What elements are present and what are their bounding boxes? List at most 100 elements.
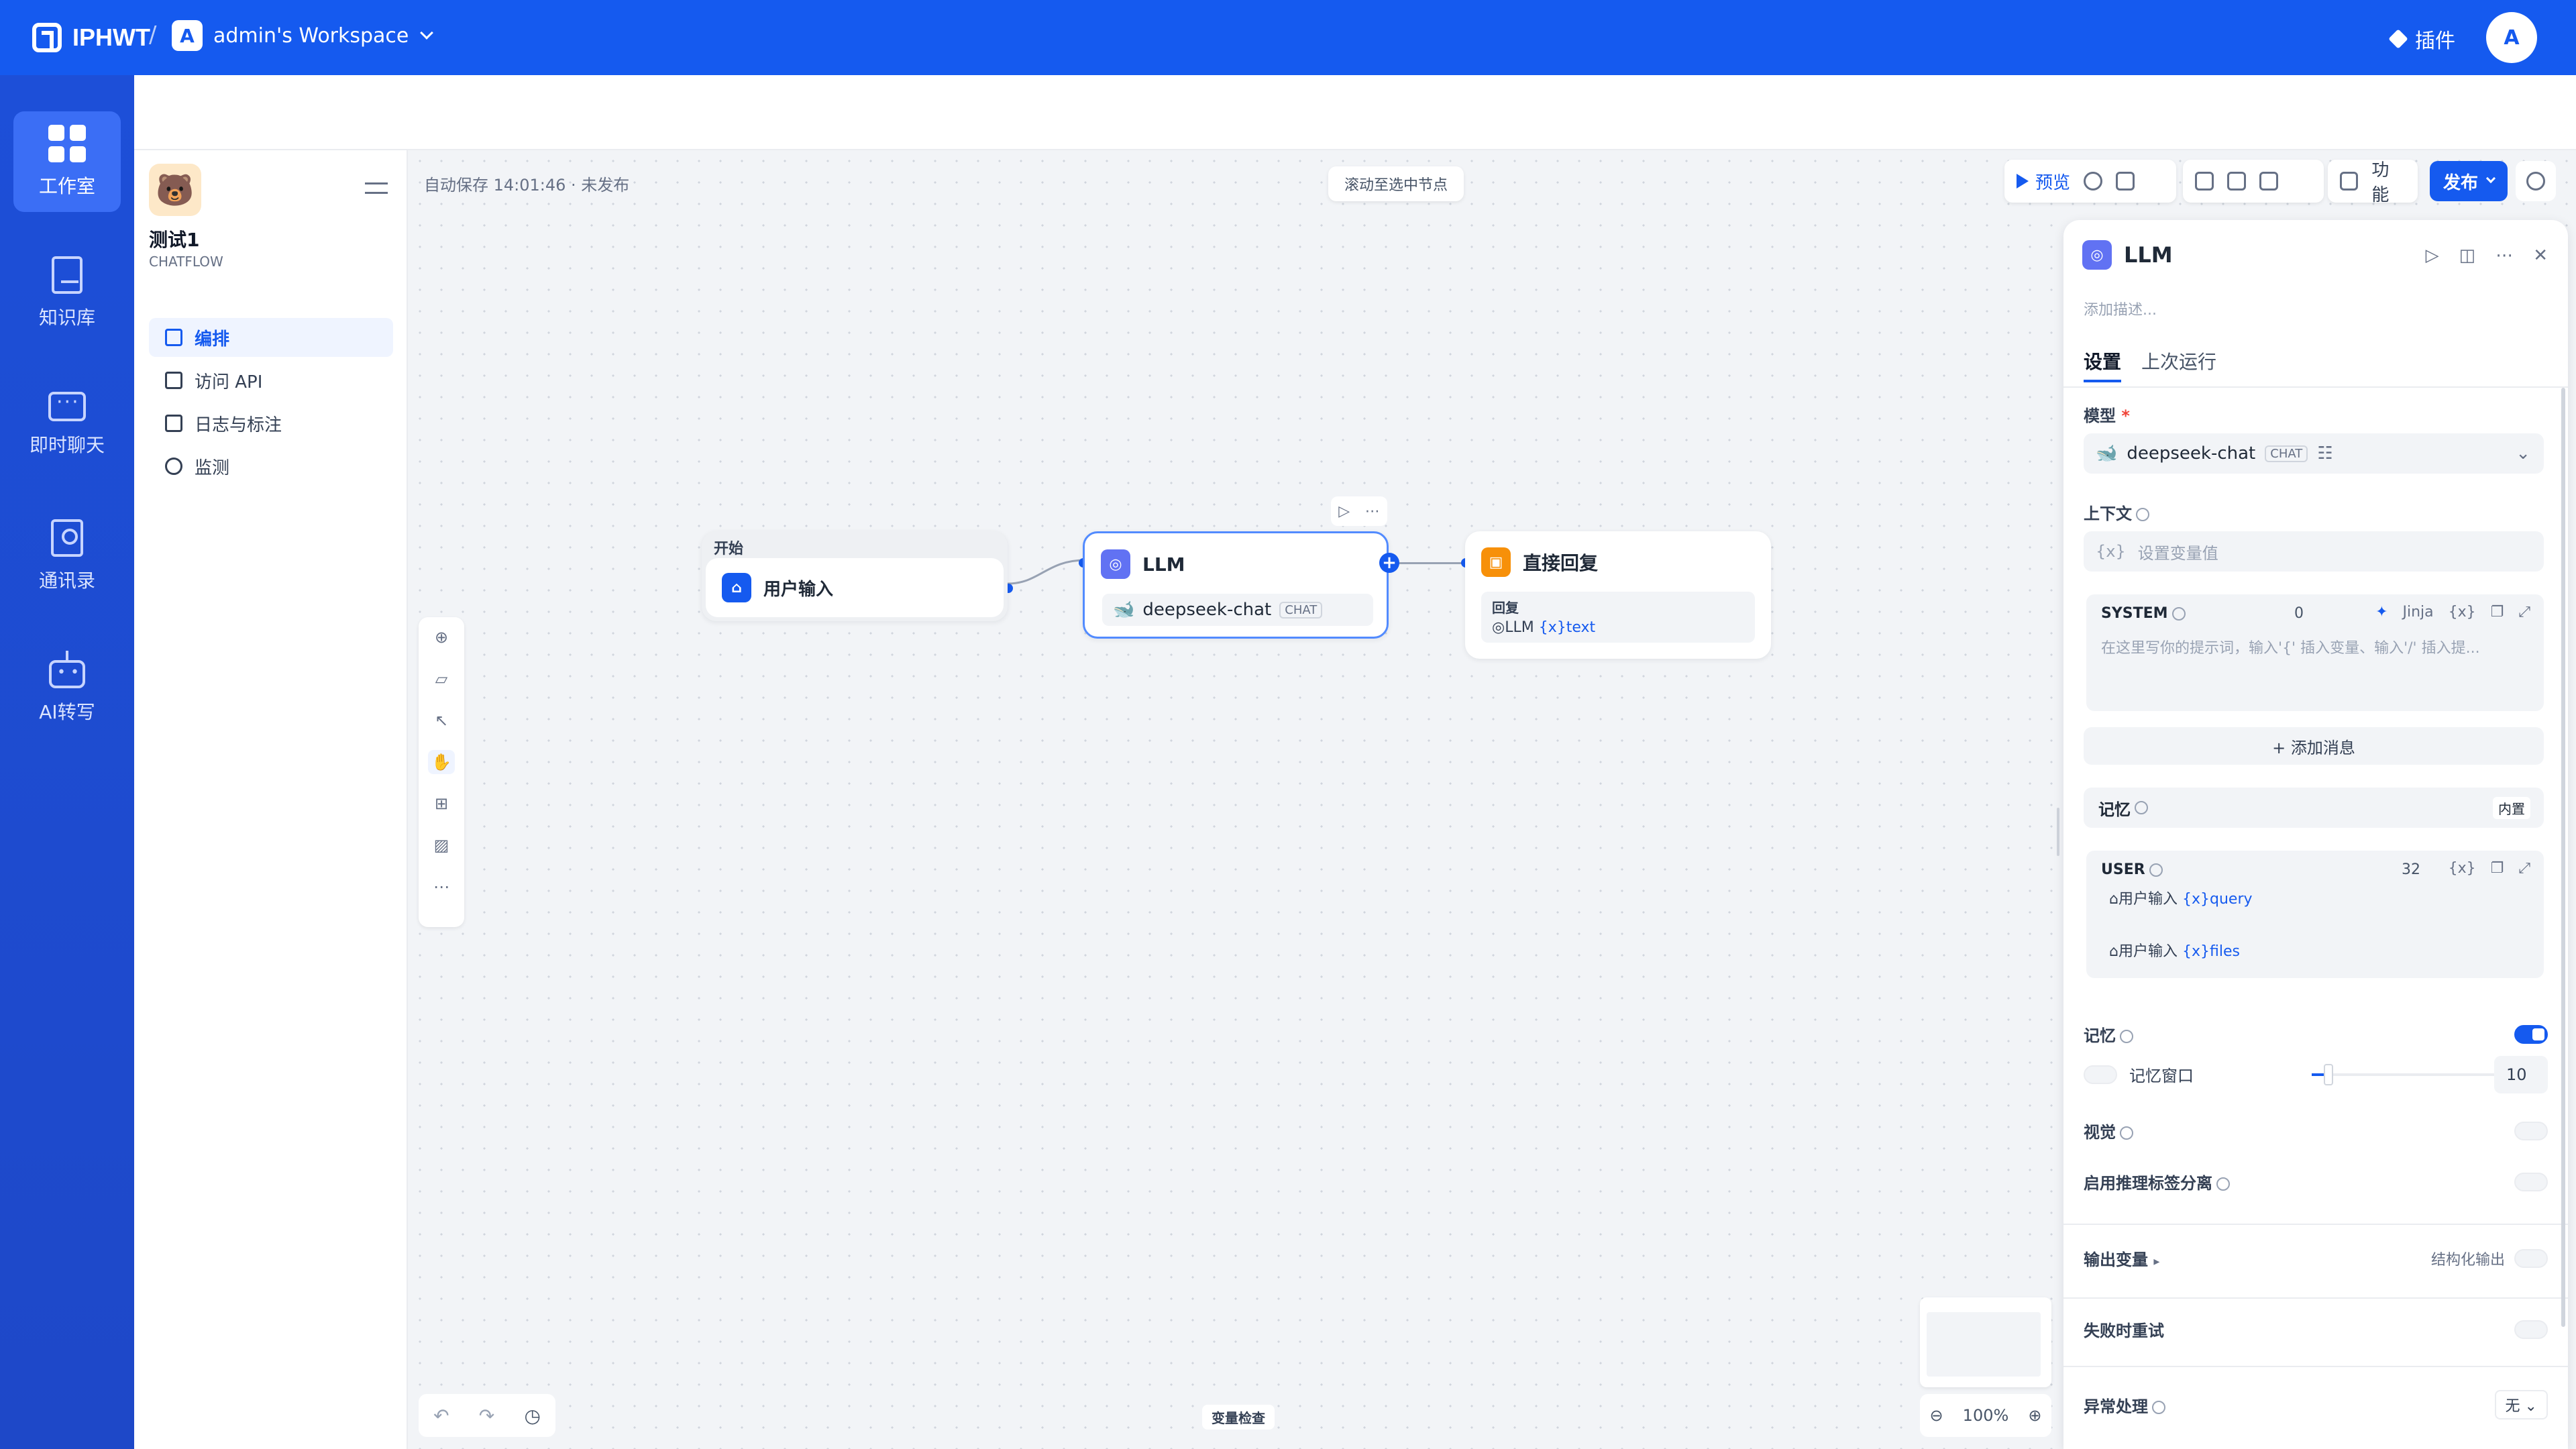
description-input[interactable]: 添加描述... [2084,298,2157,319]
more-icon[interactable]: ⋯ [1365,503,1380,520]
llm-icon: ◎ [2082,240,2112,270]
help-icon[interactable] [2136,508,2149,521]
user-prompt-line[interactable]: ⌂用户输入 {x}query [2109,887,2253,908]
debug-icon[interactable] [2084,172,2103,191]
help-icon[interactable] [2120,1126,2133,1140]
reasoning-toggle[interactable] [2514,1172,2548,1191]
llm-node-header: ◎ LLM [1101,549,1185,579]
expand-icon[interactable]: ⤢ [2518,604,2530,621]
reply-node[interactable]: ▣ 直接回复 回复 ◎LLM {x}text [1465,531,1771,659]
nav-item-knowledge[interactable]: 知识库 [13,243,121,343]
help-icon[interactable] [2149,863,2163,877]
app-settings-icon[interactable] [365,177,388,200]
export-icon[interactable] [2195,172,2214,191]
organize-icon[interactable]: ⊞ [428,792,455,816]
retry-toggle[interactable] [2514,1320,2548,1339]
reply-node-title: 直接回复 [1523,552,1599,574]
publish-button[interactable]: 发布 [2430,161,2508,201]
memory-window-toggle[interactable] [2084,1065,2117,1084]
help-icon[interactable] [2171,607,2186,621]
pointer-icon[interactable]: ↖ [428,708,455,733]
model-selector[interactable]: 🐋 deepseek-chat CHAT ☷ ⌄ [2084,433,2544,474]
scroll-to-node-button[interactable]: 滚动至选中节点 [1328,166,1464,201]
zoom-out-icon[interactable]: ⊖ [1930,1406,1943,1425]
output-vars-label[interactable]: 输出变量 ▸ [2084,1246,2159,1270]
sparkle-icon[interactable]: ✦ [2375,604,2387,621]
nav-item-studio[interactable]: 工作室 [13,111,121,212]
model-params-icon[interactable]: ☷ [2317,443,2332,464]
menu-item-orchestrate[interactable]: 编排 [149,318,393,357]
start-node[interactable]: 开始 ⌂ 用户输入 [702,531,1008,621]
zoom-level[interactable]: 100% [1963,1406,2009,1425]
menu-item-monitor[interactable]: 监测 [149,447,393,486]
split-view-icon[interactable]: ◫ [2459,246,2476,266]
header-strip [134,75,2576,150]
checklist-icon[interactable] [2116,172,2135,191]
menu-item-logs[interactable]: 日志与标注 [149,404,393,443]
nav-item-contacts[interactable]: 通讯录 [13,506,121,606]
more-icon[interactable]: ⋯ [2496,246,2513,266]
add-message-button[interactable]: + 添加消息 [2084,727,2544,765]
tab-settings[interactable]: 设置 [2084,347,2122,382]
file-list-icon [165,415,182,432]
app-type: CHATFLOW [149,254,223,270]
jinja-toggle[interactable]: Jinja [2403,604,2434,621]
user-avatar[interactable]: A [2486,12,2537,63]
add-node-button[interactable]: + [1379,553,1399,573]
llm-node[interactable]: ◎ LLM 🐋 deepseek-chat CHAT [1083,531,1389,639]
menu-item-api[interactable]: 访问 API [149,361,393,400]
memory-window-input[interactable]: 10 [2494,1056,2548,1093]
panel-resize-handle[interactable] [2057,808,2059,856]
add-note-icon[interactable]: ▱ [428,667,455,691]
undo-icon[interactable]: ↶ [433,1405,449,1427]
memory-toggle[interactable] [2514,1024,2548,1044]
slider-thumb[interactable] [2324,1064,2333,1085]
vision-toggle[interactable] [2514,1121,2548,1140]
features-button[interactable]: 功能 [2328,160,2418,205]
variable-check-button[interactable]: 变量检查 [1202,1405,1275,1430]
insert-variable-icon[interactable]: {x} [2449,860,2476,877]
preview-button[interactable]: 预览 [2017,169,2070,194]
expand-icon[interactable]: ⤢ [2518,860,2530,877]
context-input[interactable]: {x} 设置变量值 [2084,531,2544,572]
more-icon[interactable]: ⋯ [428,875,455,899]
help-icon[interactable] [2216,1177,2230,1191]
minimap[interactable] [1920,1297,2051,1387]
error-handling-select[interactable]: 无 ⌄ [2494,1390,2548,1419]
help-icon[interactable] [2120,1030,2133,1043]
user-var-files: {x}files [2182,943,2240,960]
run-node-icon[interactable]: ▷ [1338,503,1350,520]
user-prompt-line[interactable]: ⌂用户输入 {x}files [2109,939,2240,961]
tab-last-run[interactable]: 上次运行 [2141,347,2216,382]
hand-icon[interactable]: ✋ [428,750,455,774]
brand-logo-icon [32,23,62,52]
history-button[interactable] [2516,161,2556,201]
env-icon[interactable] [2227,172,2246,191]
close-icon[interactable]: ✕ [2533,246,2548,266]
structured-output-label: 结构化输出 [2430,1251,2505,1269]
brand[interactable]: IPHWT [32,19,150,56]
redo-icon[interactable]: ↷ [479,1405,494,1427]
insert-variable-icon[interactable]: {x} [2449,604,2476,621]
workspace-switcher[interactable]: A admin's Workspace [172,20,434,51]
structured-output-toggle[interactable] [2514,1248,2548,1268]
start-node-header: 开始 [714,541,744,557]
nav-item-ai-transcribe[interactable]: AI转写 [13,637,121,738]
help-icon[interactable] [2152,1400,2165,1414]
variables-icon[interactable] [2259,172,2278,191]
app-avatar: 🐻 [149,164,201,216]
memory-window-slider[interactable] [2312,1064,2496,1085]
zoom-in-icon[interactable]: ⊕ [2028,1406,2041,1425]
copy-icon[interactable]: ❐ [2491,860,2504,877]
system-prompt-input[interactable]: 在这里写你的提示词，输入'{' 插入变量、输入'/' 插入提... [2101,636,2530,657]
node-config-panel: ◎ LLM ▷ ◫ ⋯ ✕ 添加描述... 设置 上次运行 模型 * 🐋 dee… [2063,220,2568,1449]
panel-scrollbar[interactable] [2561,388,2565,1327]
help-icon[interactable] [2135,801,2148,814]
copy-icon[interactable]: ❐ [2491,604,2504,621]
run-icon[interactable]: ▷ [2426,246,2439,266]
plugins-button[interactable]: 插件 [2388,24,2455,54]
export-image-icon[interactable]: ▨ [428,833,455,857]
nav-item-chat[interactable]: 即时聊天 [13,374,121,475]
history-icon[interactable]: ◷ [524,1405,540,1427]
add-node-icon[interactable]: ⊕ [428,625,455,649]
